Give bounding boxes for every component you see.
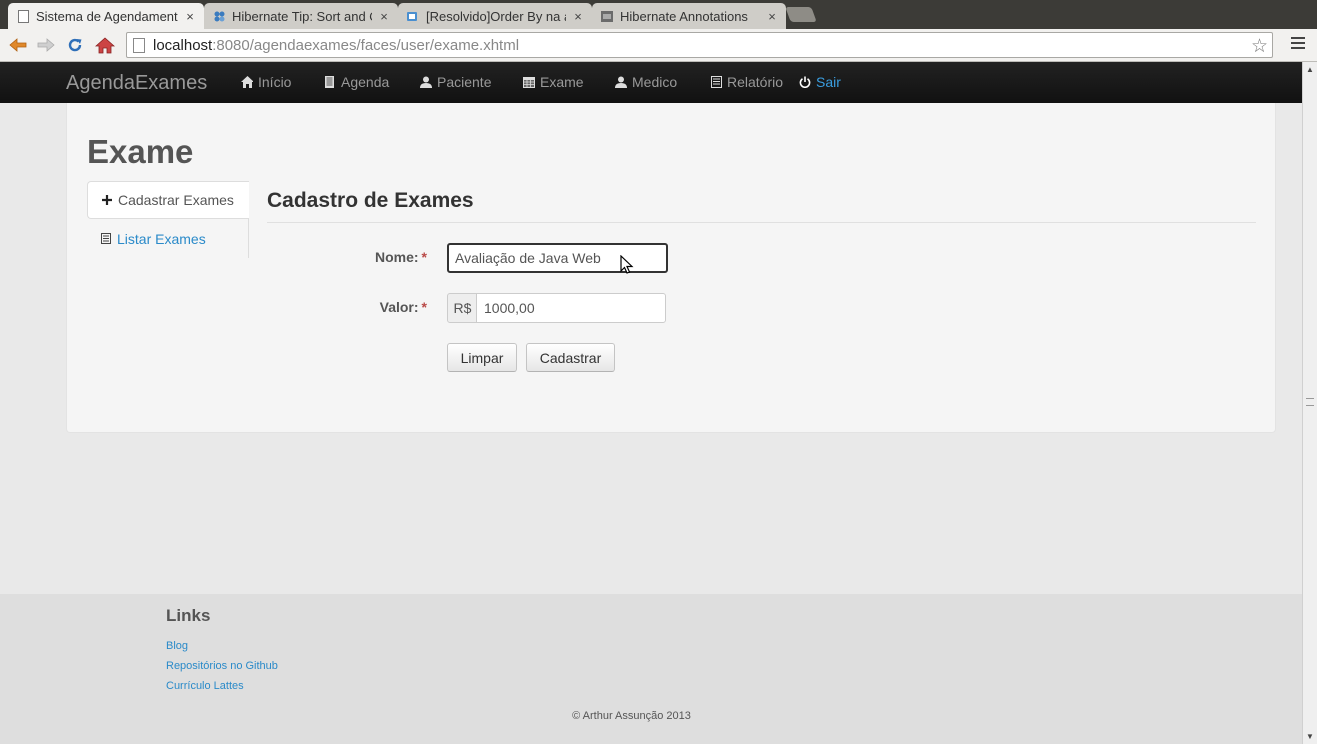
puzzle-icon (212, 9, 226, 23)
nav-item-label: Paciente (437, 74, 492, 90)
sidenav-item-cadastrar[interactable]: Cadastrar Exames (87, 181, 249, 219)
browser-tab[interactable]: [Resolvido]Order By na ar × (398, 3, 592, 29)
footer-link-lattes[interactable]: Currículo Lattes (166, 680, 244, 692)
forward-icon[interactable] (34, 33, 58, 57)
sidenav-item-listar[interactable]: Listar Exames (87, 219, 249, 258)
nav-item-paciente[interactable]: Paciente (420, 74, 491, 90)
tab-title: Hibernate Annotations (620, 8, 748, 24)
scroll-grip[interactable] (1306, 398, 1314, 406)
page-viewport: AgendaExames Início Agenda Paciente Exam… (0, 62, 1302, 744)
nav-item-label: Relatório (727, 74, 784, 90)
content-panel: Exame Cadastrar Exames Listar Exames Cad… (66, 103, 1276, 433)
home-icon (241, 76, 253, 88)
limpar-button[interactable]: Limpar (447, 343, 517, 372)
nome-label-text: Nome: (374, 249, 419, 265)
sidenav-item-label: Cadastrar Exames (118, 192, 234, 208)
cadastrar-button[interactable]: Cadastrar (526, 343, 615, 372)
browser-menu-icon[interactable] (1291, 37, 1305, 51)
list-icon (101, 233, 111, 244)
side-nav: Cadastrar Exames Listar Exames (87, 181, 249, 258)
reload-icon[interactable] (63, 33, 87, 57)
required-marker: * (421, 299, 427, 315)
bookmark-star-icon[interactable]: ☆ (1251, 35, 1268, 58)
top-navbar: AgendaExames Início Agenda Paciente Exam… (0, 62, 1302, 103)
browser-tab[interactable]: Hibernate Tip: Sort and O × (204, 3, 398, 29)
tab-title: Sistema de Agendamento (36, 8, 178, 24)
brand-link[interactable]: AgendaExames (66, 72, 207, 95)
scroll-down-icon[interactable]: ▼ (1306, 732, 1314, 741)
form-title: Cadastro de Exames (267, 189, 474, 212)
vertical-scrollbar[interactable]: ▲ ▼ (1302, 62, 1317, 744)
jboss-icon (600, 9, 614, 23)
browser-tab[interactable]: Sistema de Agendamento × (8, 3, 204, 29)
coffee-icon (406, 9, 420, 23)
nav-item-inicio[interactable]: Início (241, 74, 291, 90)
scroll-up-icon[interactable]: ▲ (1306, 65, 1314, 74)
required-marker: * (421, 249, 427, 265)
sidenav-item-label: Listar Exames (117, 230, 206, 247)
plus-icon (102, 195, 112, 205)
valor-input[interactable]: 1000,00 (476, 293, 666, 323)
tab-title: Hibernate Tip: Sort and O (232, 8, 372, 24)
nav-item-label: Exame (540, 74, 584, 90)
footer-link-github[interactable]: Repositórios no Github (166, 660, 278, 672)
nome-label: Nome: * (287, 249, 427, 265)
tab-close-icon[interactable]: × (572, 9, 584, 24)
valor-input-value: 1000,00 (484, 300, 535, 316)
new-tab-button[interactable] (785, 7, 817, 22)
calendar-icon (523, 76, 535, 88)
page-icon (133, 37, 145, 53)
back-icon[interactable] (6, 33, 30, 57)
user-icon (420, 76, 432, 88)
url-path: :8080/agendaexames/faces/user/exame.xhtm… (212, 36, 520, 54)
nav-item-agenda[interactable]: Agenda (324, 74, 389, 90)
nav-item-exame[interactable]: Exame (523, 74, 584, 90)
valor-label: Valor: * (287, 299, 427, 315)
nome-input-value: Avaliação de Java Web (455, 250, 601, 266)
mouse-cursor-icon (620, 255, 634, 274)
nav-item-medico[interactable]: Medico (615, 74, 677, 90)
browser-tab-strip: Sistema de Agendamento × Hibernate Tip: … (0, 0, 1317, 29)
page-icon (16, 9, 30, 23)
tab-close-icon[interactable]: × (184, 9, 196, 24)
tab-close-icon[interactable]: × (766, 9, 778, 24)
nome-input[interactable]: Avaliação de Java Web (447, 243, 668, 273)
currency-addon: R$ (447, 293, 478, 323)
address-bar[interactable]: localhost:8080/agendaexames/faces/user/e… (126, 32, 1273, 58)
browser-toolbar: localhost:8080/agendaexames/faces/user/e… (0, 29, 1317, 62)
book-icon (324, 76, 336, 88)
copyright: © Arthur Assunção 2013 (572, 710, 691, 722)
nav-item-label: Sair (816, 74, 841, 90)
list-icon (710, 76, 722, 88)
nav-item-label: Agenda (341, 74, 390, 90)
valor-label-text: Valor: (379, 299, 419, 315)
divider (267, 222, 1256, 223)
nav-item-relatorio[interactable]: Relatório (710, 74, 783, 90)
browser-tab[interactable]: Hibernate Annotations × (592, 3, 786, 29)
nav-item-label: Medico (632, 74, 678, 90)
nav-item-label: Início (258, 74, 292, 90)
user-icon (615, 76, 627, 88)
home-icon[interactable] (93, 33, 117, 57)
off-icon (799, 76, 811, 88)
url-host: localhost (153, 36, 213, 54)
nav-item-sair[interactable]: Sair (799, 74, 841, 90)
tab-close-icon[interactable]: × (378, 9, 390, 24)
footer: Links Blog Repositórios no Github Curríc… (0, 594, 1302, 744)
tab-title: [Resolvido]Order By na ar (426, 8, 566, 24)
page-title: Exame (87, 133, 194, 170)
footer-heading: Links (166, 606, 211, 625)
footer-link-blog[interactable]: Blog (166, 640, 188, 652)
